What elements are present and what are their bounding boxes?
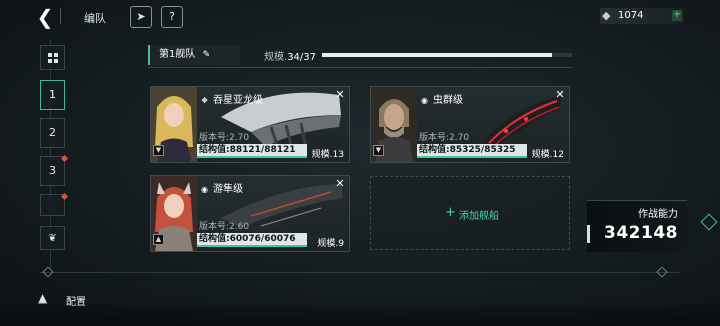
plus-icon: +: [445, 205, 456, 220]
hp-text: 结构值:60076/60076: [199, 234, 296, 244]
fleet-settings-button[interactable]: ❦: [40, 226, 65, 250]
rank-badge: ▼: [373, 145, 384, 156]
combat-power-panel: 作战能力 342148: [587, 200, 687, 252]
ship-class: ◉ 虫群级: [421, 91, 463, 106]
rocket-button[interactable]: ➤: [130, 6, 152, 28]
ship-version: 版本号:2.70: [199, 133, 250, 143]
scale-label: 规模.: [264, 52, 288, 63]
add-ship-slot[interactable]: + 添加舰船: [370, 176, 570, 250]
hp-text: 结构值:85325/85325: [419, 145, 516, 155]
back-button[interactable]: ❮: [34, 6, 56, 28]
hp-bar: 结构值:85325/85325: [417, 144, 527, 156]
divider-tick: [42, 266, 54, 278]
chevron-left-icon: ❮: [36, 5, 54, 29]
ship-class-name: 吞星亚龙级: [213, 95, 263, 106]
remove-ship-button[interactable]: ✕: [334, 178, 346, 190]
wings-icon: ❦: [48, 233, 57, 244]
fleet-overview-button[interactable]: [40, 45, 65, 70]
close-icon: ✕: [555, 88, 565, 101]
ship-class: ◉ 游隼级: [201, 180, 243, 195]
currency-value: 1074: [618, 10, 644, 21]
power-accent: [587, 225, 590, 243]
header-divider: [148, 67, 572, 68]
hp-text: 结构值:88121/88121: [199, 145, 296, 155]
fleet-name-label: 第1舰队: [159, 49, 196, 60]
hp-underline: [197, 245, 307, 247]
pencil-icon: ✎: [202, 50, 211, 60]
bottom-gradient: [0, 300, 720, 326]
scale-progress-fill: [322, 53, 552, 57]
ship-version: 版本号:2.60: [199, 222, 250, 232]
rank-badge: ▲: [153, 234, 164, 245]
add-ship-label: 添加舰船: [459, 211, 499, 222]
ship-version: 版本号:2.70: [419, 133, 470, 143]
class-icon: ◉: [421, 96, 428, 105]
ship-class: ❖ 吞星亚龙级: [201, 91, 263, 106]
fleet-scale: 规模.34/37: [264, 48, 316, 63]
rank-badge: ▼: [153, 145, 164, 156]
combat-power-value: 342148: [604, 223, 678, 243]
class-icon: ◉: [201, 185, 208, 194]
bottom-divider: [40, 272, 680, 273]
currency-display: ◆ 1074 +: [600, 8, 684, 24]
fleet-tab-3[interactable]: 3: [40, 156, 65, 186]
divider-tick: [656, 266, 668, 278]
ship-scale: 规模.12: [531, 150, 564, 160]
rocket-icon: ➤: [136, 10, 146, 23]
add-currency-button[interactable]: +: [672, 10, 682, 21]
fleet-name-tab[interactable]: 第1舰队 ✎: [148, 45, 240, 65]
page-title: 编队: [84, 12, 106, 25]
scale-value: 34/37: [287, 52, 317, 63]
ship-scale: 规模.9: [317, 239, 344, 249]
close-icon: ✕: [335, 177, 345, 190]
ship-class-name: 游隼级: [213, 184, 243, 195]
fleet-tab-1[interactable]: 1: [40, 80, 65, 110]
combat-power-label: 作战能力: [638, 209, 678, 220]
close-icon: ✕: [335, 88, 345, 101]
hp-bar: 结构值:60076/60076: [197, 233, 307, 245]
help-button[interactable]: ?: [161, 6, 183, 28]
divider: [60, 8, 61, 24]
hp-bar: 结构值:88121/88121: [197, 144, 307, 156]
scale-progress-bar: [322, 53, 572, 57]
ship-card[interactable]: ◉ 虫群级 ✕ 版本号:2.70 结构值:85325/85325 规模.12 ▼: [370, 86, 570, 163]
ship-card[interactable]: ❖ 吞星亚龙级 ✕ 版本号:2.70 结构值:88121/88121 规模.13 …: [150, 86, 350, 163]
class-icon: ❖: [201, 96, 209, 105]
hp-underline: [197, 156, 307, 158]
fleet-tab-2[interactable]: 2: [40, 118, 65, 148]
remove-ship-button[interactable]: ✕: [334, 89, 346, 101]
remove-ship-button[interactable]: ✕: [554, 89, 566, 101]
crystal-icon: ◆: [602, 9, 611, 22]
ship-card[interactable]: ◉ 游隼级 ✕ 版本号:2.60 结构值:60076/60076 规模.9 ▲: [150, 175, 350, 252]
question-icon: ?: [169, 10, 175, 23]
diamond-decoration: [700, 213, 718, 231]
ship-scale: 规模.13: [311, 150, 344, 160]
hp-underline: [417, 156, 527, 158]
ship-class-name: 虫群级: [433, 95, 463, 106]
